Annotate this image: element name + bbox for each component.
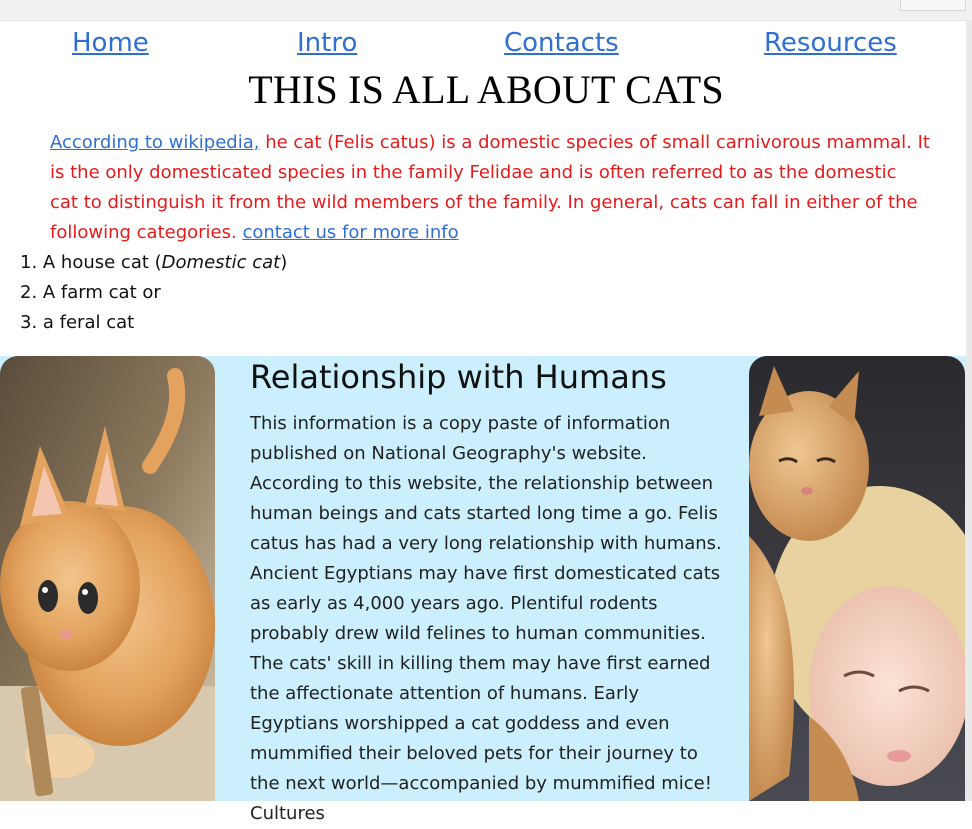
- nav-link-contacts[interactable]: Contacts: [504, 28, 619, 58]
- kitten-photo: [0, 356, 215, 801]
- cat-category-list: 1. A house cat (Domestic cat) 2. A farm …: [20, 248, 287, 338]
- intro-paragraph: According to wikipedia, he cat (Felis ca…: [50, 128, 930, 248]
- scrollbar[interactable]: [966, 20, 972, 801]
- nav-link-home[interactable]: Home: [72, 28, 149, 58]
- browser-top-bar: [0, 0, 972, 21]
- list-item-farm-cat: 2. A farm cat or: [20, 282, 161, 303]
- girl-with-cat-photo: [749, 356, 965, 801]
- contact-link[interactable]: contact us for more info: [242, 222, 458, 243]
- nav-link-resources[interactable]: Resources: [764, 28, 897, 58]
- nav-link-intro[interactable]: Intro: [297, 28, 357, 58]
- domestic-cat-emphasis: Domestic cat: [161, 252, 281, 273]
- relationship-heading: Relationship with Humans: [250, 358, 667, 396]
- relationship-body: This information is a copy paste of info…: [250, 413, 722, 824]
- wikipedia-link[interactable]: According to wikipedia,: [50, 132, 260, 153]
- browser-corner-control[interactable]: [900, 0, 966, 11]
- page-title: THIS IS ALL ABOUT CATS: [248, 67, 724, 112]
- list-item-feral-cat: 3. a feral cat: [20, 312, 135, 333]
- list-item-house-cat: 1. A house cat (Domestic cat): [20, 252, 288, 273]
